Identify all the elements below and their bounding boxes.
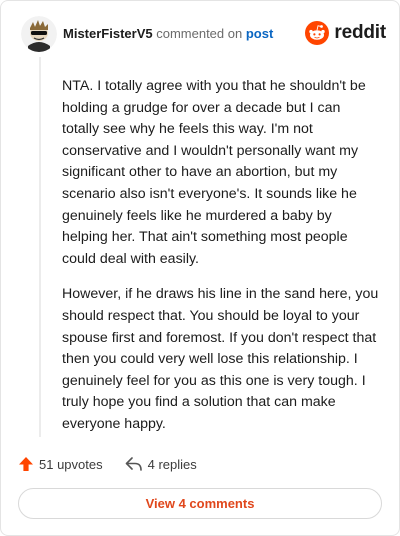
comment-card: MisterFisterV5 commented on post reddit … [0, 0, 400, 536]
avatar[interactable] [21, 16, 57, 52]
avatar-image [21, 16, 57, 52]
byline-verb: commented on [156, 26, 243, 41]
byline: MisterFisterV5 commented on post [63, 26, 273, 41]
view-comments-button[interactable]: View 4 comments [18, 488, 382, 519]
username-link[interactable]: MisterFisterV5 [63, 26, 153, 41]
brand-wordmark: reddit [334, 22, 386, 43]
thread-line [39, 57, 41, 437]
reply-count: 4 replies [147, 456, 197, 472]
comment-paragraph: NTA. I totally agree with you that he sh… [62, 78, 366, 267]
reddit-logo-icon [305, 21, 330, 45]
reply-arrow-icon [125, 457, 142, 471]
comment-paragraph: However, if he draws his line in the san… [62, 286, 379, 432]
comment-actions: 51 upvotes 4 replies [18, 453, 197, 475]
reddit-logo[interactable]: reddit [305, 19, 386, 47]
upvote-arrow-icon [19, 457, 33, 471]
upvote-count: 51 upvotes [39, 456, 103, 472]
replies-button[interactable]: 4 replies [125, 456, 197, 472]
comment-body: NTA. I totally agree with you that he sh… [62, 76, 380, 450]
upvote-button[interactable]: 51 upvotes [18, 456, 103, 472]
post-link[interactable]: post [246, 26, 273, 41]
comment-header: MisterFisterV5 commented on post reddit [21, 16, 386, 52]
